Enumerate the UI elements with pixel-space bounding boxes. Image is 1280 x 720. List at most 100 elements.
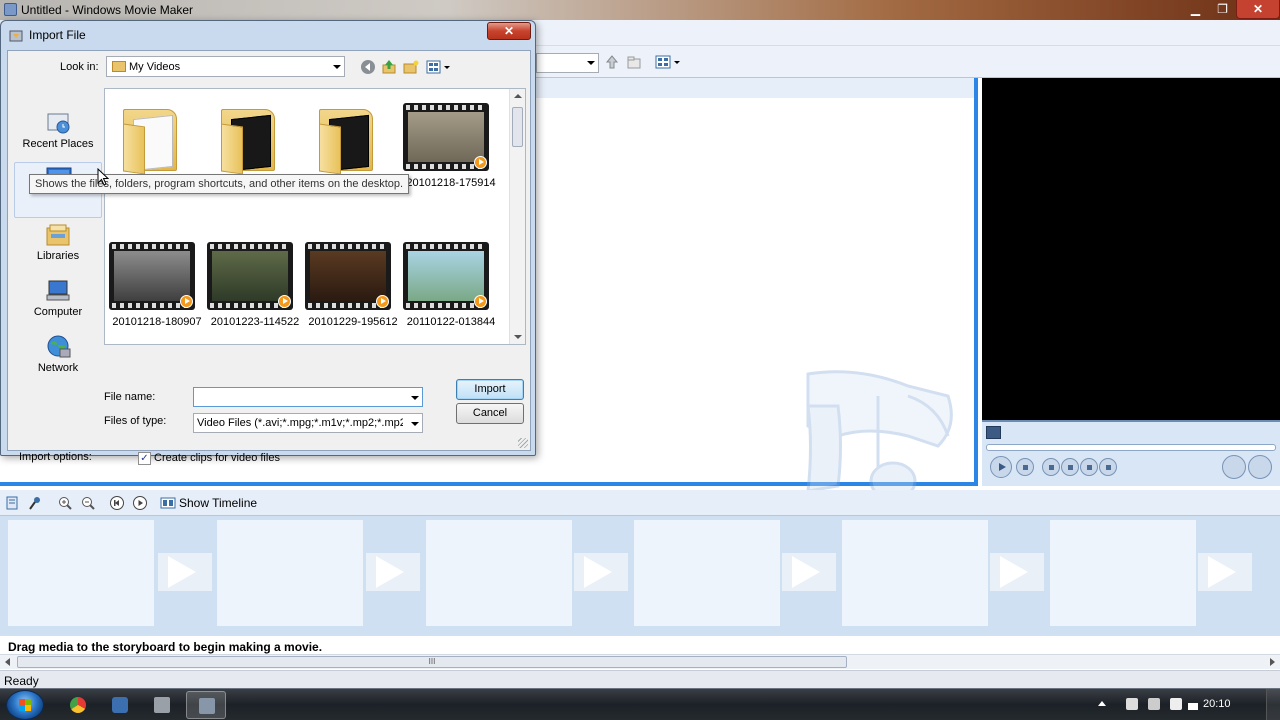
new-folder-icon[interactable]	[626, 54, 642, 70]
storyboard-slot[interactable]	[1050, 520, 1196, 626]
video-item[interactable]: 20101218-180907	[109, 242, 205, 350]
view-menu-arrow-icon[interactable]	[444, 66, 450, 69]
file-name-label: File name:	[104, 391, 156, 403]
minimize-button[interactable]: ▁	[1182, 0, 1209, 19]
video-badge-icon	[474, 295, 487, 308]
storyboard[interactable]	[0, 516, 1280, 636]
scroll-right-icon[interactable]	[1270, 658, 1275, 666]
folder-item[interactable]	[109, 103, 205, 211]
create-clips-label[interactable]: Create clips for video files	[154, 452, 280, 464]
play-button[interactable]	[990, 456, 1012, 478]
show-desktop-button[interactable]	[1266, 689, 1280, 720]
up-level-icon[interactable]	[604, 54, 620, 70]
restore-button[interactable]: ❐	[1209, 0, 1236, 19]
signal-icon[interactable]	[1188, 698, 1198, 710]
forward-button[interactable]	[1080, 458, 1098, 476]
zoom-out-icon[interactable]	[80, 495, 96, 511]
network-icon	[47, 335, 71, 358]
storyboard-slot[interactable]	[426, 520, 572, 626]
rewind-button[interactable]	[1061, 458, 1079, 476]
video-item[interactable]: 20101229-195612	[305, 242, 401, 350]
import-button[interactable]: Import	[456, 379, 524, 400]
play-storyboard-icon[interactable]	[132, 495, 148, 511]
taskbar-app[interactable]	[142, 691, 182, 719]
item-name: 20101229-195612	[308, 316, 398, 328]
place-libraries[interactable]: Libraries	[14, 220, 102, 276]
show-hidden-icons-icon[interactable]	[1098, 701, 1106, 706]
folder-icon	[112, 61, 126, 72]
view-menu-icon[interactable]	[426, 59, 442, 75]
resize-grip[interactable]	[518, 438, 528, 448]
scroll-thumb[interactable]: III	[17, 656, 847, 668]
back-icon[interactable]	[360, 59, 376, 75]
taskbar-chrome[interactable]	[58, 691, 98, 719]
playback-controls	[982, 420, 1280, 486]
scroll-down-icon[interactable]	[514, 335, 522, 339]
taskbar-app[interactable]	[100, 691, 140, 719]
create-clips-checkbox[interactable]: ✓	[138, 452, 151, 465]
collections-dropdown[interactable]	[536, 53, 599, 73]
views-icon[interactable]	[655, 54, 671, 70]
timeline-icon[interactable]	[160, 495, 176, 511]
views-dropdown-arrow-icon[interactable]	[674, 61, 680, 64]
import-options-label: Import options:	[19, 451, 92, 463]
transition-slot[interactable]	[1198, 553, 1252, 591]
place-computer[interactable]: Computer	[14, 276, 102, 332]
chrome-icon	[70, 697, 86, 713]
place-label: Network	[37, 362, 79, 374]
file-name-input[interactable]	[194, 388, 394, 406]
scroll-thumb[interactable]	[512, 107, 523, 147]
dialog-close-button[interactable]: ✕	[487, 22, 531, 40]
take-picture-button[interactable]	[1248, 455, 1272, 479]
clock[interactable]: 20:10	[1203, 698, 1231, 710]
storyboard-slot[interactable]	[217, 520, 363, 626]
storyboard-slot[interactable]	[8, 520, 154, 626]
folder-item[interactable]	[207, 103, 303, 211]
look-in-dropdown[interactable]: My Videos	[106, 56, 345, 77]
video-item[interactable]: 20101223-114522	[207, 242, 303, 350]
place-network[interactable]: Network	[14, 332, 102, 388]
seek-bar[interactable]	[986, 444, 1276, 451]
transition-slot[interactable]	[158, 553, 212, 591]
file-list-scrollbar[interactable]	[509, 89, 525, 344]
previous-frame-button[interactable]	[1042, 458, 1060, 476]
transition-slot[interactable]	[366, 553, 420, 591]
next-frame-button[interactable]	[1099, 458, 1117, 476]
scroll-up-icon[interactable]	[514, 94, 522, 98]
up-one-level-icon[interactable]	[381, 59, 397, 75]
taskbar-movie-maker[interactable]	[186, 691, 226, 719]
transition-slot[interactable]	[990, 553, 1044, 591]
snapshot-icon[interactable]	[986, 426, 1001, 439]
start-button[interactable]	[6, 690, 44, 720]
storyboard-icon[interactable]	[5, 495, 21, 511]
show-timeline-button[interactable]: Show Timeline	[179, 496, 257, 510]
place-recent-places[interactable]: Recent Places	[14, 108, 102, 164]
network-tray-icon[interactable]	[1126, 698, 1138, 710]
video-item[interactable]: 20101218-175914	[403, 103, 499, 211]
files-of-type-value: Video Files (*.avi;*.mpg;*.m1v;*.mp2;*.m…	[197, 417, 403, 429]
action-center-icon[interactable]	[1148, 698, 1160, 710]
cancel-button[interactable]: Cancel	[456, 403, 524, 424]
narrate-icon[interactable]	[27, 495, 43, 511]
chevron-down-icon[interactable]	[411, 396, 419, 400]
zoom-in-icon[interactable]	[57, 495, 73, 511]
folder-item[interactable]	[305, 103, 401, 211]
rewind-storyboard-icon[interactable]	[109, 495, 125, 511]
storyboard-slot[interactable]	[634, 520, 780, 626]
close-button[interactable]: ✕	[1236, 0, 1280, 19]
transition-slot[interactable]	[782, 553, 836, 591]
movie-maker-icon	[4, 3, 17, 16]
stop-button[interactable]	[1016, 458, 1034, 476]
video-item[interactable]: 20110122-013844	[403, 242, 499, 350]
scroll-left-icon[interactable]	[5, 658, 10, 666]
storyboard-scrollbar[interactable]: III	[0, 654, 1280, 669]
file-name-combo[interactable]	[193, 387, 423, 407]
create-new-folder-icon[interactable]	[403, 59, 419, 75]
files-of-type-dropdown[interactable]: Video Files (*.avi;*.mpg;*.m1v;*.mp2;*.m…	[193, 413, 423, 433]
volume-icon[interactable]	[1170, 698, 1182, 710]
split-clip-button[interactable]	[1222, 455, 1246, 479]
file-list[interactable]: 20101218-175914 20101218-180907 20101223…	[104, 88, 526, 345]
storyboard-slot[interactable]	[842, 520, 988, 626]
storyboard-toolbar: Show Timeline	[0, 490, 1280, 516]
transition-slot[interactable]	[574, 553, 628, 591]
